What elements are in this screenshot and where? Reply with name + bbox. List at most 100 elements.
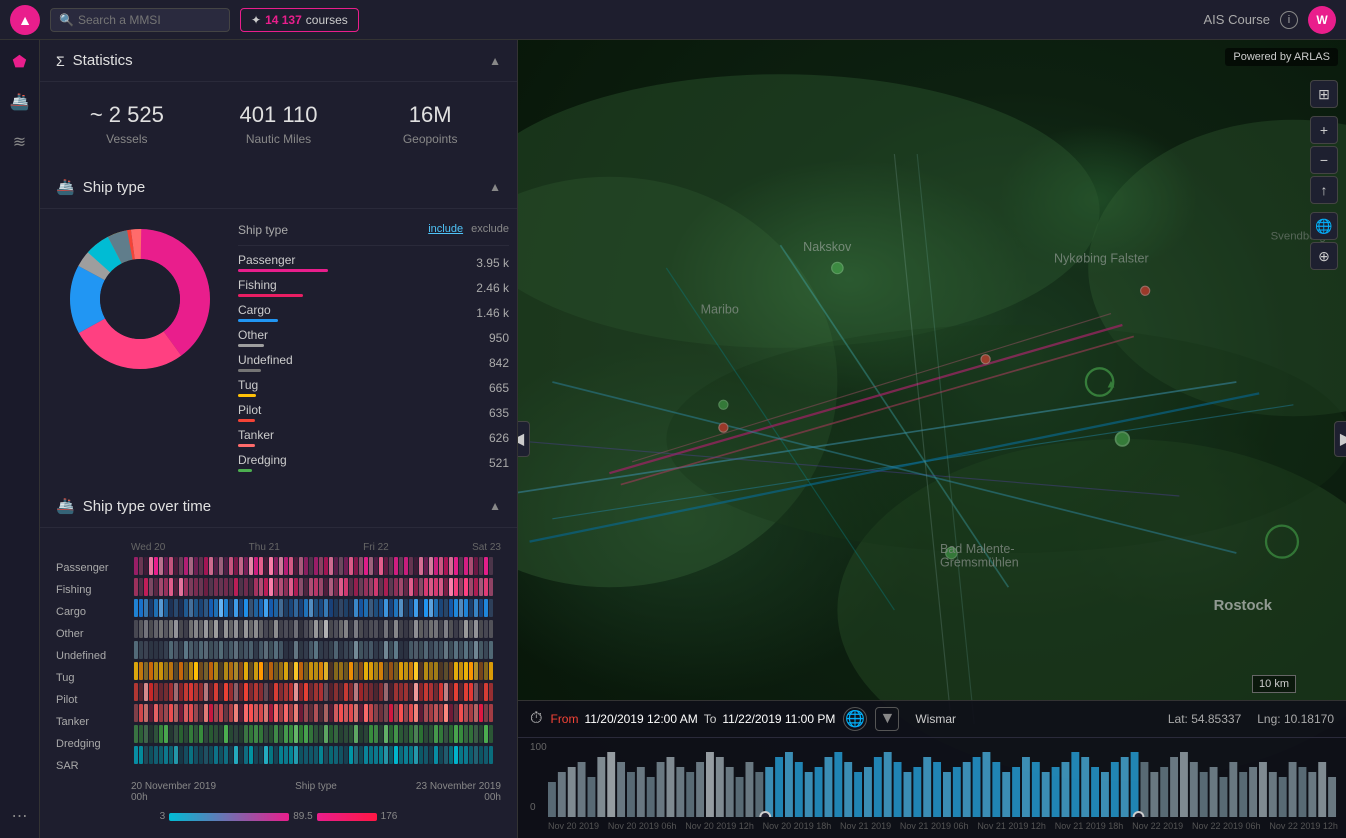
heatmap-cell[interactable]: [199, 662, 203, 680]
heatmap-cell[interactable]: [154, 620, 158, 638]
heatmap-cell[interactable]: [314, 578, 318, 596]
heatmap-cell[interactable]: [269, 746, 273, 764]
heatmap-cell[interactable]: [249, 746, 253, 764]
heatmap-cell[interactable]: [154, 599, 158, 617]
heatmap-cell[interactable]: [419, 746, 423, 764]
heatmap-cell[interactable]: [269, 704, 273, 722]
heatmap-cell[interactable]: [384, 557, 388, 575]
statistics-header[interactable]: Σ Statistics ▲: [40, 40, 517, 82]
heatmap-cell[interactable]: [334, 557, 338, 575]
heatmap-cell[interactable]: [244, 599, 248, 617]
heatmap-cell[interactable]: [179, 683, 183, 701]
heatmap-cell[interactable]: [184, 746, 188, 764]
heatmap-cell[interactable]: [214, 683, 218, 701]
heatmap-cell[interactable]: [324, 578, 328, 596]
heatmap-cell[interactable]: [444, 620, 448, 638]
heatmap-cell[interactable]: [479, 641, 483, 659]
heatmap-cell[interactable]: [329, 620, 333, 638]
heatmap-cell[interactable]: [424, 578, 428, 596]
heatmap-cell[interactable]: [279, 620, 283, 638]
heatmap-cell[interactable]: [474, 725, 478, 743]
heatmap-cell[interactable]: [244, 662, 248, 680]
heatmap-cell[interactable]: [364, 599, 368, 617]
heatmap-cell[interactable]: [329, 704, 333, 722]
heatmap-cell[interactable]: [484, 599, 488, 617]
heatmap-cell[interactable]: [219, 641, 223, 659]
heatmap-cell[interactable]: [304, 725, 308, 743]
heatmap-cell[interactable]: [249, 641, 253, 659]
heatmap-cell[interactable]: [349, 725, 353, 743]
heatmap-cell[interactable]: [359, 662, 363, 680]
heatmap-cell[interactable]: [229, 599, 233, 617]
dropdown-btn[interactable]: ▼: [875, 707, 899, 731]
heatmap-cell[interactable]: [204, 746, 208, 764]
heatmap-cell[interactable]: [159, 578, 163, 596]
heatmap-cell[interactable]: [444, 683, 448, 701]
heatmap-cell[interactable]: [324, 557, 328, 575]
heatmap-cell[interactable]: [209, 725, 213, 743]
heatmap-cell[interactable]: [374, 683, 378, 701]
heatmap-cell[interactable]: [254, 704, 258, 722]
heatmap-cell[interactable]: [349, 578, 353, 596]
heatmap-cell[interactable]: [184, 599, 188, 617]
heatmap-cell[interactable]: [294, 599, 298, 617]
heatmap-cell[interactable]: [369, 704, 373, 722]
heatmap-cell[interactable]: [189, 641, 193, 659]
heatmap-cell[interactable]: [159, 746, 163, 764]
heatmap-cell[interactable]: [349, 683, 353, 701]
heatmap-cell[interactable]: [339, 599, 343, 617]
zoom-in-btn[interactable]: +: [1310, 116, 1338, 144]
heatmap-cell[interactable]: [269, 725, 273, 743]
heatmap-cell[interactable]: [199, 725, 203, 743]
heatmap-cell[interactable]: [324, 725, 328, 743]
heatmap-cell[interactable]: [479, 746, 483, 764]
heatmap-cell[interactable]: [179, 599, 183, 617]
heatmap-cell[interactable]: [409, 746, 413, 764]
heatmap-cell[interactable]: [419, 662, 423, 680]
heatmap-cell[interactable]: [294, 704, 298, 722]
heatmap-cell[interactable]: [449, 725, 453, 743]
ship-time-header[interactable]: 🚢 Ship type over time ▲: [40, 485, 517, 528]
heatmap-cell[interactable]: [264, 725, 268, 743]
heatmap-cell[interactable]: [414, 620, 418, 638]
heatmap-cell[interactable]: [399, 746, 403, 764]
heatmap-cell[interactable]: [409, 704, 413, 722]
map-area[interactable]: ▲ Nakskov Nykøbing Falster Maribo Bad Ma…: [518, 40, 1346, 838]
heatmap-cell[interactable]: [204, 599, 208, 617]
heatmap-cell[interactable]: [434, 578, 438, 596]
heatmap-cell[interactable]: [239, 641, 243, 659]
heatmap-cell[interactable]: [344, 746, 348, 764]
heatmap-cell[interactable]: [354, 662, 358, 680]
heatmap-cell[interactable]: [299, 557, 303, 575]
heatmap-cell[interactable]: [164, 557, 168, 575]
heatmap-cell[interactable]: [249, 662, 253, 680]
heatmap-cell[interactable]: [389, 662, 393, 680]
heatmap-cell[interactable]: [139, 683, 143, 701]
heatmap-cell[interactable]: [294, 557, 298, 575]
heatmap-cell[interactable]: [169, 557, 173, 575]
heatmap-cell[interactable]: [154, 641, 158, 659]
heatmap-cell[interactable]: [404, 746, 408, 764]
heatmap-cell[interactable]: [184, 704, 188, 722]
heatmap-cell[interactable]: [264, 641, 268, 659]
heatmap-cell[interactable]: [354, 578, 358, 596]
heatmap-cell[interactable]: [249, 683, 253, 701]
heatmap-cell[interactable]: [174, 641, 178, 659]
heatmap-cell[interactable]: [484, 578, 488, 596]
heatmap-cell[interactable]: [249, 704, 253, 722]
heatmap-cell[interactable]: [239, 557, 243, 575]
heatmap-cell[interactable]: [134, 683, 138, 701]
heatmap-cell[interactable]: [414, 662, 418, 680]
heatmap-cell[interactable]: [289, 662, 293, 680]
heatmap-cell[interactable]: [434, 746, 438, 764]
heatmap-cell[interactable]: [459, 641, 463, 659]
heatmap-cell[interactable]: [204, 683, 208, 701]
heatmap-cell[interactable]: [174, 683, 178, 701]
heatmap-cell[interactable]: [444, 557, 448, 575]
heatmap-cell[interactable]: [234, 641, 238, 659]
heatmap-cell[interactable]: [224, 599, 228, 617]
heatmap-cell[interactable]: [489, 683, 493, 701]
heatmap-cell[interactable]: [369, 557, 373, 575]
heatmap-cell[interactable]: [149, 641, 153, 659]
heatmap-cell[interactable]: [144, 704, 148, 722]
